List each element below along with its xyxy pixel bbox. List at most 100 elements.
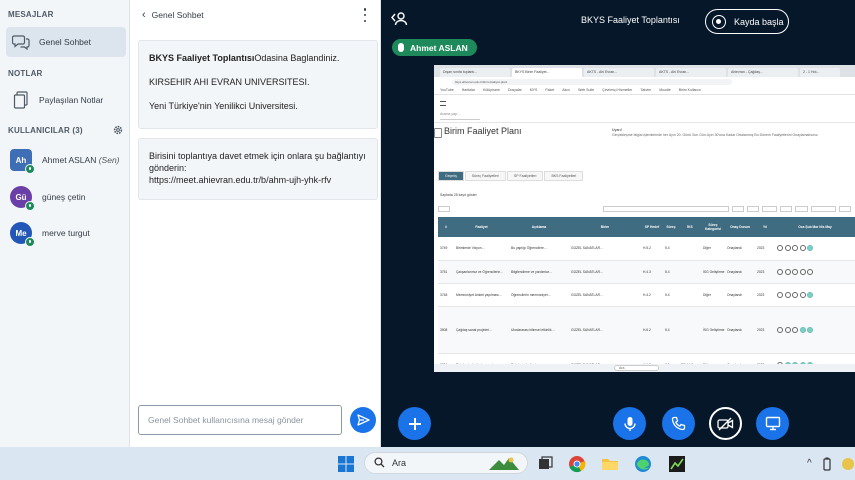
presenter-indicator: Ahmet ASLAN: [392, 39, 477, 56]
chevron-left-icon[interactable]: ‹: [142, 9, 146, 21]
month-status-dot: [792, 268, 798, 275]
table-cell: Diğer: [701, 237, 725, 261]
gear-icon[interactable]: [112, 123, 124, 135]
month-status-dot: [807, 268, 813, 275]
users-toggle-icon[interactable]: [390, 10, 410, 30]
table-cell: Birimlerde Vizyon…: [454, 237, 509, 261]
table-cell: Memnuniyet Anketi yapılması…: [454, 283, 509, 307]
plus-icon: [408, 417, 421, 430]
month-status-dot: [799, 245, 806, 252]
task-view-icon[interactable]: [536, 455, 554, 473]
presenter-name: Ahmet ASLAN: [410, 42, 468, 53]
taskbar-search[interactable]: Ara: [364, 452, 528, 474]
month-status-dot: [784, 326, 791, 333]
month-status-dot: [792, 245, 798, 252]
remote-search: Ara: [614, 365, 659, 371]
phone-icon: [671, 416, 686, 431]
mic-status-icon: [25, 164, 35, 174]
chat-panel: ‹ Genel Sohbet BKYS Faaliyet ToplantısıO…: [130, 0, 381, 447]
top-bar: BKYS Faaliyet Toplantısı Kayda başla: [381, 0, 855, 38]
send-button[interactable]: [350, 407, 376, 433]
notes-icon: [12, 91, 30, 109]
user-item-gunes[interactable]: Gü güneş çetin: [10, 183, 128, 211]
table-cell: H.6.2: [641, 306, 663, 354]
file-explorer-icon[interactable]: [601, 455, 619, 473]
table-cell: Diğer: [701, 283, 725, 307]
browser-tab: AKTS - Ahi Evran...: [656, 68, 726, 77]
month-status-cell: [775, 237, 855, 261]
avatar: Ah: [10, 149, 35, 174]
activities-table: # Faaliyet Açıklama Birim SP Hedef Süreç…: [438, 217, 855, 372]
table-cell: Çalışanlarımız ve Öğrencilerin…: [454, 260, 509, 284]
page-tab: SP Faaliyetleri: [506, 171, 544, 181]
chrome-icon[interactable]: [568, 455, 586, 473]
app-icon[interactable]: [668, 455, 686, 473]
share-webcam-button[interactable]: [709, 407, 742, 440]
welcome-message: BKYS Faaliyet ToplantısıOdasina Baglandi…: [138, 40, 378, 129]
user-item-ahmet[interactable]: Ah Ahmet ASLAN (Sen): [10, 146, 128, 174]
shared-notes-item[interactable]: Paylaşılan Notlar: [6, 85, 126, 115]
table-cell: Onaylandı: [725, 283, 755, 307]
table-cell: 5.4: [663, 306, 679, 354]
table-cell: 2023: [755, 237, 775, 261]
table-cell: GÜZEL SANATLAR…: [569, 306, 641, 354]
table-cell: [679, 237, 701, 261]
invite-link[interactable]: https://meet.ahievran.edu.tr/b/ahm-ujh-y…: [149, 174, 367, 186]
windows-start-icon[interactable]: [337, 455, 355, 473]
table-cell: Onaylandı: [725, 260, 755, 284]
month-status-dot: [807, 326, 813, 333]
notification-icon[interactable]: [841, 455, 855, 473]
browser-tab: BKYS Birim Faaliyet...: [512, 68, 582, 77]
page-length-select: Sayfada 25 kayıt göster: [440, 193, 477, 197]
battery-icon[interactable]: [822, 455, 834, 473]
table-cell: [679, 306, 701, 354]
table-cell: 5.4: [663, 260, 679, 284]
month-status-cell: [775, 306, 855, 354]
table-cell: [679, 260, 701, 284]
table-cell: İSG Geliştirme: [701, 306, 725, 354]
table-filters: [438, 206, 851, 214]
search-highlight-icon: [487, 455, 521, 471]
month-status-dot: [792, 291, 798, 298]
page-tabs: Geçmiş Süreç Faaliyetleri SP Faaliyetler…: [438, 171, 584, 181]
table-cell: GÜZEL SANATLAR…: [569, 260, 641, 284]
share-screen-button[interactable]: [756, 407, 789, 440]
document-icon: [434, 128, 442, 138]
public-chat-item[interactable]: Genel Sohbet: [6, 27, 126, 57]
chat-message-input[interactable]: [138, 405, 342, 435]
edge-icon[interactable]: [634, 455, 652, 473]
more-options-icon[interactable]: [362, 8, 368, 22]
table-cell: 3749: [438, 237, 454, 261]
table-cell: Onaylandı: [725, 237, 755, 261]
record-button[interactable]: Kayda başla: [705, 9, 789, 34]
record-label: Kayda başla: [734, 16, 784, 27]
table-row: 3508 Çağdaş sanat projeleri… Uluslararası …: [438, 306, 855, 354]
meeting-title: BKYS Faaliyet Toplantısı: [581, 15, 680, 25]
month-status-dot: [784, 245, 791, 252]
month-status-dot: [799, 268, 806, 275]
invite-message: Birisini toplantıya davet etmek için onl…: [138, 138, 378, 200]
table-cell: 5.4: [663, 237, 679, 261]
table-cell: Onaylandı: [725, 306, 755, 354]
chevron-up-icon[interactable]: ^: [807, 458, 812, 469]
page-tab: Süreç Faaliyetleri: [464, 171, 506, 181]
month-status-dot: [777, 291, 783, 298]
mic-status-icon: [25, 201, 35, 211]
send-icon: [356, 414, 370, 426]
month-status-dot: [799, 326, 806, 333]
page-title: Birim Faaliyet Planı: [444, 126, 522, 136]
browser-tab: AKTS - Ahi Evran...: [584, 68, 654, 77]
actions-button[interactable]: [398, 407, 431, 440]
mute-button[interactable]: [613, 407, 646, 440]
user-item-merve[interactable]: Me merve turgut: [10, 219, 128, 247]
table-cell: 2023: [755, 260, 775, 284]
user-name: merve turgut: [42, 228, 90, 238]
chat-title: Genel Sohbet: [151, 10, 204, 20]
table-cell: 3751: [438, 260, 454, 284]
leave-audio-button[interactable]: [662, 407, 695, 440]
users-section-title: KULLANICILAR (3): [8, 126, 83, 135]
table-cell: Öğrencilerin memnuniyet…: [509, 283, 569, 307]
avatar: Gü: [10, 186, 35, 211]
notes-section-title: NOTLAR: [8, 69, 43, 78]
table-cell: H.4.3: [641, 260, 663, 284]
